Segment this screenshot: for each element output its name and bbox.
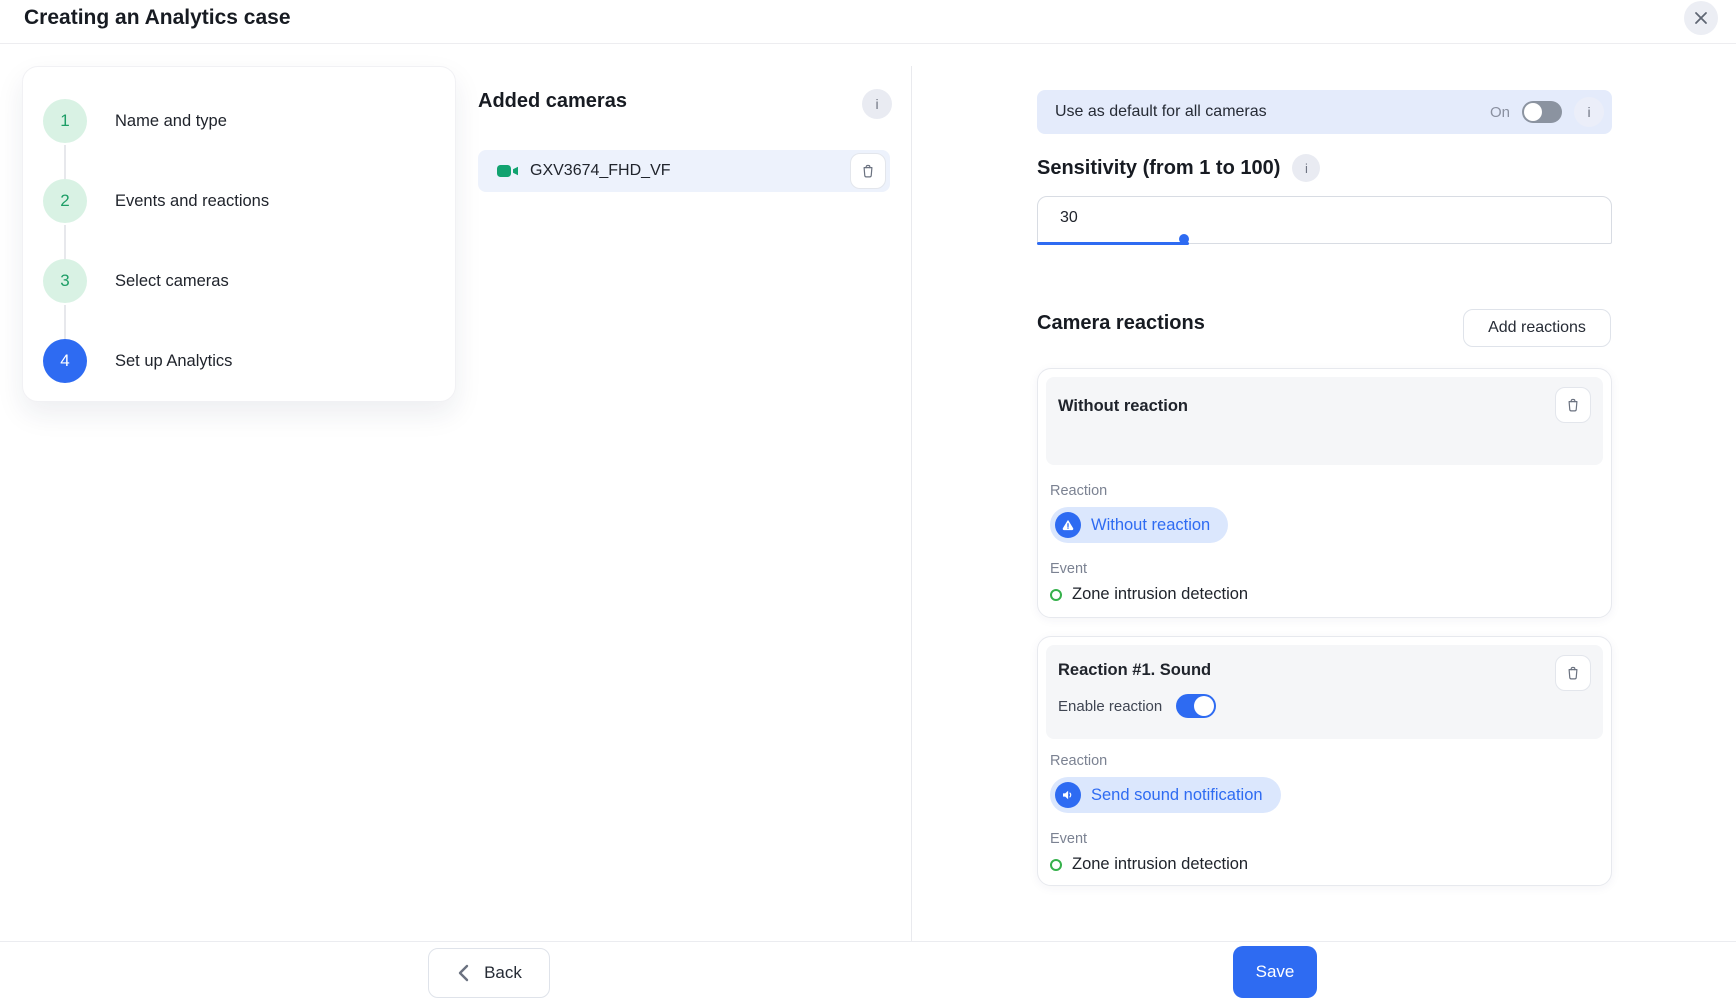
event-row: Zone intrusion detection [1050,585,1611,604]
dialog-header: Creating an Analytics case [0,0,1736,44]
step-number-badge: 1 [43,99,87,143]
reaction-field-label: Reaction [1050,483,1611,499]
use-as-default-info-button[interactable]: i [1574,97,1604,127]
close-icon [1693,10,1709,26]
event-status-icon [1050,589,1062,601]
reaction-chip-label: Without reaction [1091,516,1210,535]
event-row: Zone intrusion detection [1050,855,1611,874]
stepper-step-set-up-analytics[interactable]: 4 Set up Analytics [43,339,232,383]
step-connector [64,145,66,179]
camera-name: GXV3674_FHD_VF [530,162,671,180]
step-label: Select cameras [115,272,229,291]
info-icon: i [1587,104,1590,120]
close-button[interactable] [1684,1,1718,35]
sensitivity-input[interactable] [1037,196,1612,244]
slider-fill [1037,242,1189,245]
speaker-icon [1055,782,1081,808]
use-as-default-row: Use as default for all cameras On i [1037,90,1612,134]
reaction-chip-label: Send sound notification [1091,786,1263,805]
add-reactions-button[interactable]: Add reactions [1463,309,1611,347]
event-field-label: Event [1050,831,1611,847]
enable-reaction-label: Enable reaction [1058,698,1162,715]
camera-icon [496,162,520,180]
back-button[interactable]: Back [428,948,550,998]
toggle-state-label: On [1490,104,1510,121]
reaction-chip-send-sound-notification[interactable]: Send sound notification [1050,777,1281,813]
warning-triangle-icon [1055,512,1081,538]
use-as-default-label: Use as default for all cameras [1055,103,1267,121]
sensitivity-slider[interactable] [1037,242,1612,245]
enable-reaction-toggle[interactable] [1176,694,1216,718]
event-status-icon [1050,859,1062,871]
step-label: Set up Analytics [115,352,232,371]
stepper-step-events-and-reactions[interactable]: 2 Events and reactions [43,179,269,223]
stepper-step-name-and-type[interactable]: 1 Name and type [43,99,227,143]
info-icon: i [1305,161,1308,176]
step-number-badge: 3 [43,259,87,303]
reaction-card-header: Reaction #1. Sound Enable reaction [1046,645,1603,739]
sensitivity-info-button[interactable]: i [1292,154,1320,182]
remove-camera-button[interactable] [850,153,886,189]
added-cameras-heading: Added cameras [478,90,627,113]
enable-reaction-row: Enable reaction [1058,694,1595,718]
use-as-default-toggle[interactable] [1522,101,1562,123]
step-label: Name and type [115,112,227,131]
dialog-footer: Back Save [0,941,1736,1008]
back-button-label: Back [484,963,522,983]
page-title: Creating an Analytics case [24,6,291,30]
reaction-card-without-reaction: Without reaction Reaction Without reacti… [1037,368,1612,618]
reaction-card-header: Without reaction [1046,377,1603,465]
trash-icon [1564,396,1582,414]
toggle-knob [1194,696,1214,716]
save-button[interactable]: Save [1233,946,1317,998]
event-name: Zone intrusion detection [1072,855,1248,874]
wizard-stepper: 1 Name and type 2 Events and reactions 3… [22,66,456,402]
delete-reaction-button[interactable] [1555,387,1591,423]
added-camera-list-item[interactable]: GXV3674_FHD_VF [478,150,890,192]
info-icon: i [875,96,878,112]
trash-icon [859,162,877,180]
event-name: Zone intrusion detection [1072,585,1248,604]
stepper-step-select-cameras[interactable]: 3 Select cameras [43,259,229,303]
create-analytics-case-dialog: Creating an Analytics case 1 Name and ty… [0,0,1736,1008]
sensitivity-heading-row: Sensitivity (from 1 to 100) i [1037,154,1320,182]
step-number-badge: 2 [43,179,87,223]
camera-reactions-heading: Camera reactions [1037,312,1205,335]
chevron-left-icon [456,963,472,983]
toggle-knob [1524,103,1542,121]
reaction-field-label: Reaction [1050,753,1611,769]
reaction-card-title: Without reaction [1058,397,1595,416]
trash-icon [1564,664,1582,682]
reaction-card-sound: Reaction #1. Sound Enable reaction React… [1037,636,1612,886]
reaction-chip-without-reaction[interactable]: Without reaction [1050,507,1228,543]
added-cameras-info-button[interactable]: i [862,89,892,119]
step-number-badge-active: 4 [43,339,87,383]
event-field-label: Event [1050,561,1611,577]
delete-reaction-button[interactable] [1555,655,1591,691]
step-connector [64,305,66,339]
panel-divider [911,66,912,941]
sensitivity-label: Sensitivity (from 1 to 100) [1037,157,1280,180]
reaction-card-title: Reaction #1. Sound [1058,661,1595,680]
step-connector [64,225,66,259]
step-label: Events and reactions [115,192,269,211]
